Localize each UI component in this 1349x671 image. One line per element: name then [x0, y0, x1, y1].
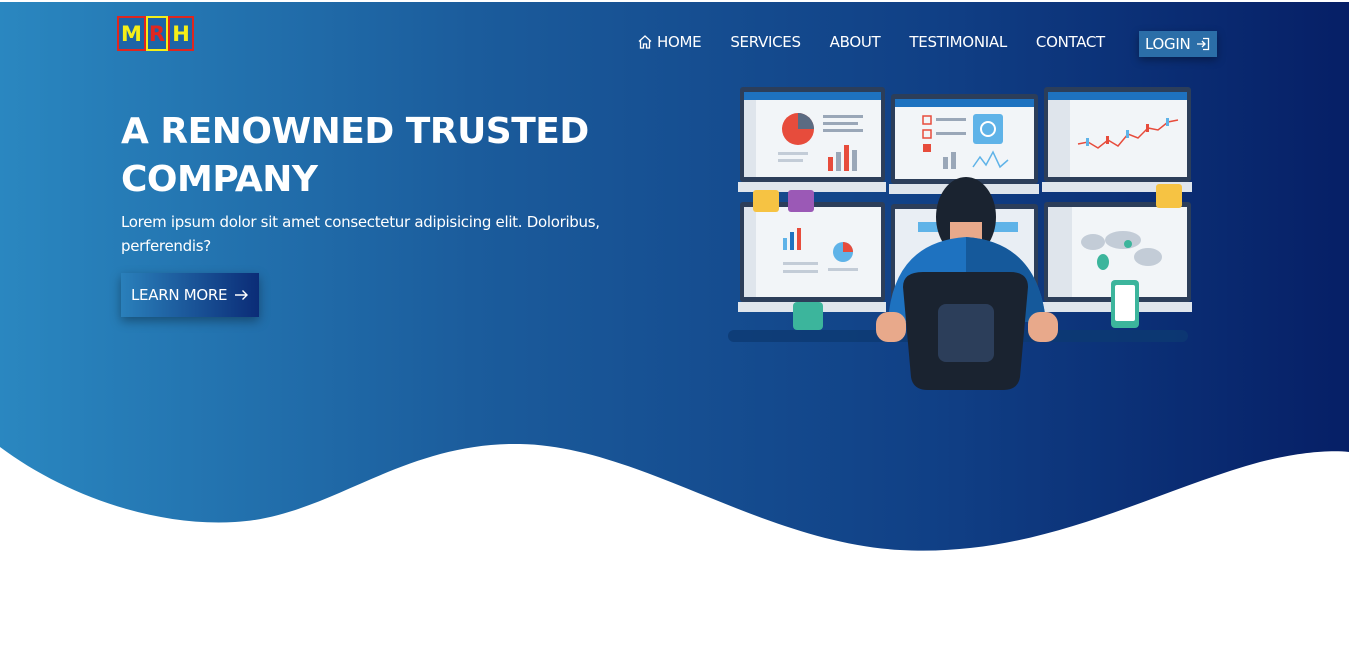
home-icon — [638, 35, 652, 49]
nav-contact[interactable]: CONTACT — [1036, 33, 1105, 51]
nav-contact-label: CONTACT — [1035, 33, 1105, 51]
nav-about[interactable]: ABOUT — [830, 33, 881, 51]
logo-letter-h: H — [168, 16, 194, 51]
monitor-top-right — [1042, 87, 1192, 192]
logo-letter-r: R — [146, 16, 168, 51]
brand-logo[interactable]: M R H — [117, 16, 194, 51]
nav-about-label: ABOUT — [829, 33, 881, 51]
trader-monitors-illustration — [728, 87, 1192, 390]
sign-in-icon — [1197, 37, 1210, 51]
main-nav: HOME SERVICES ABOUT TESTIMONIAL CONTACT — [637, 33, 1134, 51]
nav-home-label: HOME — [657, 33, 702, 51]
nav-testimonial[interactable]: TESTIMONIAL — [909, 33, 1007, 51]
nav-services-label: SERVICES — [730, 33, 801, 51]
learn-more-label: LEARN MORE — [131, 286, 228, 304]
logo-letter-m: M — [117, 16, 146, 51]
nav-services[interactable]: SERVICES — [730, 33, 801, 51]
hero-wave-divider — [0, 443, 1349, 671]
hero-subtitle: Lorem ipsum dolor sit amet consectetur a… — [121, 213, 600, 255]
login-label: LOGIN — [1145, 35, 1191, 53]
monitor-top-left — [738, 87, 886, 192]
arrow-right-icon — [235, 290, 249, 300]
learn-more-button[interactable]: LEARN MORE — [121, 273, 260, 317]
nav-home[interactable]: HOME — [637, 33, 702, 51]
hero-section: M R H HOME SERVICES ABOUT TESTIMONIAL CO… — [0, 0, 1349, 671]
login-button[interactable]: LOGIN — [1139, 31, 1218, 57]
hero-title: A RENOWNED TRUSTED COMPANY — [121, 111, 589, 200]
monitor-bottom-left — [738, 202, 886, 312]
nav-testimonial-label: TESTIMONIAL — [909, 33, 1007, 51]
